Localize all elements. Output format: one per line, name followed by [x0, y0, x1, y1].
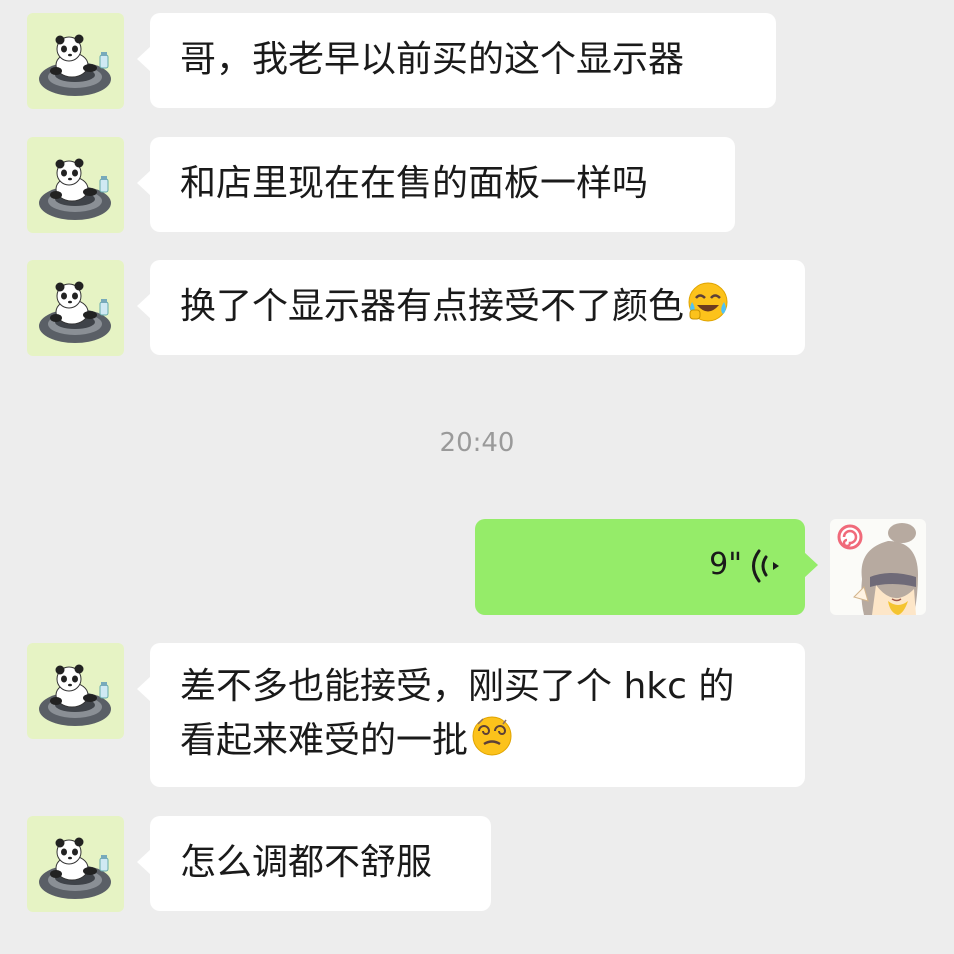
message-text-line: 差不多也能接受，刚买了个 hkc 的 — [180, 666, 735, 707]
panda-avatar-icon — [38, 158, 112, 221]
anime-girl-avatar-icon — [837, 523, 918, 615]
panda-avatar-icon — [38, 664, 112, 727]
panda-avatar-icon — [38, 837, 112, 900]
message-bubble[interactable]: 怎么调都不舒服 — [137, 816, 491, 911]
contact-avatar[interactable] — [27, 260, 124, 356]
crying-laughing-emoji-icon — [686, 280, 730, 324]
message-timestamp: 20:40 — [439, 428, 515, 458]
panda-avatar-icon — [38, 34, 112, 97]
contact-avatar[interactable] — [27, 13, 124, 109]
message-text-line: 看起来难受的一批 — [180, 720, 469, 761]
contact-avatar[interactable] — [27, 643, 124, 739]
panda-avatar-icon — [38, 281, 112, 344]
self-avatar[interactable] — [830, 519, 926, 615]
message-bubble[interactable]: 差不多也能接受，刚买了个 hkc 的 看起来难受的一批 — [137, 643, 805, 787]
message-bubble[interactable]: 换了个显示器有点接受不了颜色 — [137, 260, 805, 355]
message-text: 和店里现在在售的面板一样吗 — [180, 163, 649, 204]
message-bubble[interactable]: 哥，我老早以前买的这个显示器 — [137, 13, 776, 108]
dizzy-face-emoji-icon — [470, 714, 514, 758]
contact-avatar[interactable] — [27, 816, 124, 912]
voice-duration: 9" — [709, 547, 742, 582]
contact-avatar[interactable] — [27, 137, 124, 233]
message-bubble[interactable]: 和店里现在在售的面板一样吗 — [137, 137, 735, 232]
message-text: 哥，我老早以前买的这个显示器 — [180, 39, 685, 80]
voice-message-bubble[interactable]: 9" — [475, 519, 818, 615]
voice-wave-icon — [752, 549, 779, 583]
message-text: 怎么调都不舒服 — [180, 842, 433, 883]
message-text: 换了个显示器有点接受不了颜色 — [180, 286, 685, 327]
